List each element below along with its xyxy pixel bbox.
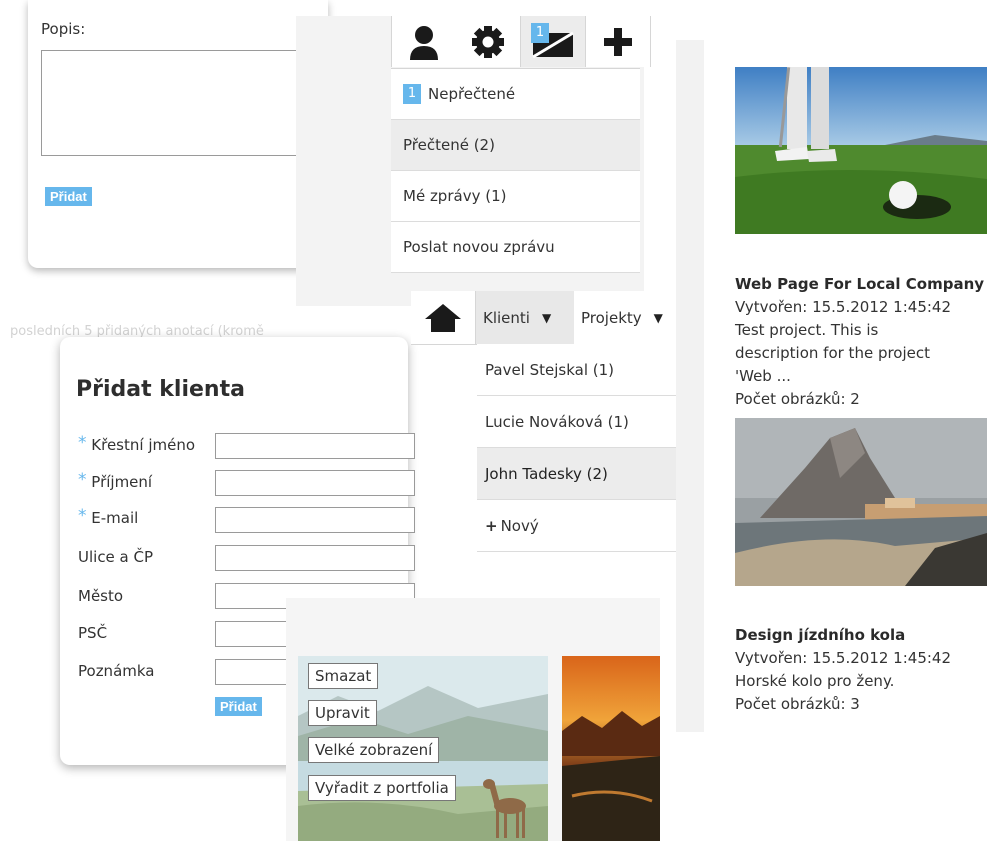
project-description-line: description for the project xyxy=(735,344,931,362)
project-title[interactable]: Web Page For Local Company xyxy=(735,273,995,296)
city-label: Město xyxy=(78,587,124,605)
project-description-line: Horské kolo pro ženy. xyxy=(735,672,895,690)
project-image-count: Počet obrázků: 2 xyxy=(735,390,860,408)
right-divider-panel xyxy=(676,40,704,732)
unread-count-badge: 1 xyxy=(403,84,421,104)
zip-label: PSČ xyxy=(78,624,108,642)
menu-item-read[interactable]: Přečtené (2) xyxy=(391,120,640,171)
project-card: Web Page For Local Company Vytvořen: 15.… xyxy=(735,273,995,411)
tab-projects[interactable]: Projekty ▼ xyxy=(574,291,681,344)
menu-item-my-messages[interactable]: Mé zprávy (1) xyxy=(391,171,640,222)
client-item[interactable]: Lucie Nováková (1) xyxy=(477,396,682,448)
user-icon[interactable] xyxy=(391,16,457,67)
project-image-count: Počet obrázků: 3 xyxy=(735,695,860,713)
project-description-line: 'Web ... xyxy=(735,367,791,385)
project-created: Vytvořen: 15.5.2012 1:45:42 xyxy=(735,298,951,316)
last-name-label: * Příjmení xyxy=(78,470,153,491)
first-name-label: * Křestní jméno xyxy=(78,433,196,454)
required-mark: * xyxy=(78,470,87,490)
note-label: Poznámka xyxy=(78,662,155,680)
clients-nav-bar: Klienti ▼ Projekty ▼ xyxy=(411,291,681,345)
description-add-button[interactable]: Přidat xyxy=(45,187,92,206)
email-input[interactable] xyxy=(215,507,415,533)
edit-button[interactable]: Upravit xyxy=(308,700,377,726)
remove-from-portfolio-button[interactable]: Vyřadit z portfolia xyxy=(308,775,456,801)
chevron-down-icon: ▼ xyxy=(541,310,552,325)
delete-button[interactable]: Smazat xyxy=(308,663,379,689)
large-view-button[interactable]: Velké zobrazení xyxy=(308,737,440,763)
plus-icon[interactable] xyxy=(586,16,651,67)
golf-photo[interactable] xyxy=(735,67,987,234)
sunset-photo[interactable] xyxy=(562,656,660,841)
menu-item-label: Nepřečtené xyxy=(428,85,516,103)
gear-icon[interactable] xyxy=(456,16,521,67)
last-name-input[interactable] xyxy=(215,470,415,496)
project-description-line: Test project. This is xyxy=(735,321,879,339)
description-card: Popis: Přidat xyxy=(28,0,328,268)
messages-count-badge: 1 xyxy=(531,23,549,43)
street-label: Ulice a ČP xyxy=(78,548,154,566)
home-icon[interactable] xyxy=(411,291,476,344)
required-mark: * xyxy=(78,433,87,453)
rock-coast-photo[interactable] xyxy=(735,418,987,586)
plus-icon: + xyxy=(485,516,498,535)
project-title[interactable]: Design jízdního kola xyxy=(735,624,995,647)
menu-item-send-new[interactable]: Poslat novou zprávu xyxy=(391,222,640,273)
add-client-title: Přidat klienta xyxy=(76,377,245,402)
project-created: Vytvořen: 15.5.2012 1:45:42 xyxy=(735,649,951,667)
email-label: * E-mail xyxy=(78,506,139,527)
project-card: Design jízdního kola Vytvořen: 15.5.2012… xyxy=(735,624,995,716)
messages-menu: 1 Nepřečtené Přečtené (2) Mé zprávy (1) … xyxy=(391,68,640,273)
new-client-item[interactable]: + Nový xyxy=(477,500,682,552)
menu-item-unread[interactable]: 1 Nepřečtené xyxy=(391,69,640,120)
first-name-input[interactable] xyxy=(215,433,415,459)
description-label: Popis: xyxy=(41,20,86,38)
client-item[interactable]: Pavel Stejskal (1) xyxy=(477,344,682,396)
required-mark: * xyxy=(78,506,87,526)
description-textarea[interactable] xyxy=(41,50,321,156)
messages-tab[interactable]: 1 xyxy=(521,16,586,67)
tab-clients[interactable]: Klienti ▼ xyxy=(476,291,574,344)
street-input[interactable] xyxy=(215,545,415,571)
add-client-button[interactable]: Přidat xyxy=(215,697,262,716)
chevron-down-icon: ▼ xyxy=(653,310,663,325)
client-item[interactable]: John Tadesky (2) xyxy=(477,448,682,500)
